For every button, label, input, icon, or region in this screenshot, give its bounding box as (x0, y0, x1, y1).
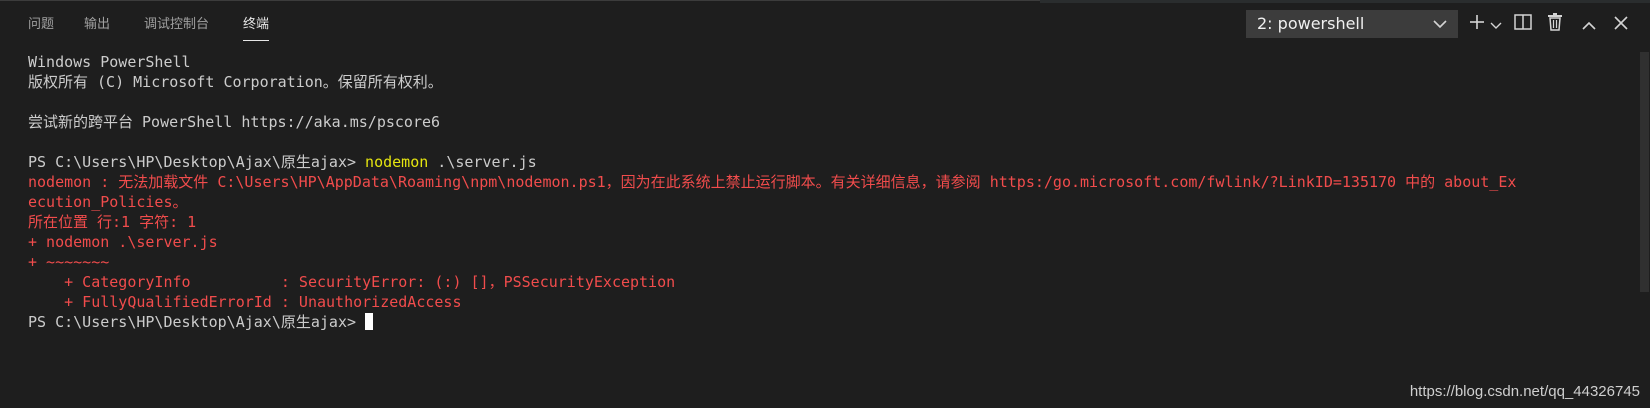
maximize-panel-button[interactable] (1576, 10, 1602, 38)
split-terminal-icon (1514, 14, 1532, 34)
terminal-prompt: PS C:\Users\HP\Desktop\Ajax\原生ajax> (28, 313, 357, 331)
kill-terminal-button[interactable] (1542, 10, 1568, 38)
terminal-command-args: .\server.js (437, 153, 537, 171)
tab-terminal[interactable]: 终端 (243, 16, 270, 41)
close-panel-button[interactable] (1608, 10, 1634, 38)
tab-output[interactable]: 输出 (84, 16, 110, 34)
terminal-selector-value: 2: powershell (1257, 14, 1365, 33)
terminal-prompt-line: PS C:\Users\HP\Desktop\Ajax\原生ajax> (28, 312, 1618, 332)
terminal-line: 尝试新的跨平台 PowerShell https://aka.ms/pscore… (28, 113, 441, 131)
close-icon (1614, 15, 1628, 34)
split-terminal-button[interactable] (1510, 10, 1536, 38)
panel-tabbar: 问题 输出 调试控制台 终端 2: powershell (0, 0, 1650, 44)
terminal-error-line: 所在位置 行:1 字符: 1 (28, 213, 197, 231)
terminal-error-line: nodemon : 无法加载文件 C:\Users\HP\AppData\Roa… (28, 173, 1517, 191)
plus-icon (1468, 13, 1486, 35)
terminal-line: Windows PowerShell (28, 53, 191, 71)
chevron-up-icon (1582, 15, 1596, 34)
watermark-text: https://blog.csdn.net/qq_44326745 (1409, 383, 1640, 400)
terminal-dropdown-button[interactable] (1488, 10, 1504, 38)
tab-problems[interactable]: 问题 (28, 16, 54, 34)
terminal-error-line: ecution_Policies。 (28, 193, 188, 211)
terminal-command-name: nodemon (365, 153, 429, 171)
terminal-cursor (365, 313, 374, 330)
tab-debug-console[interactable]: 调试控制台 (144, 16, 209, 34)
terminal-error-line: + FullyQualifiedErrorId : UnauthorizedAc… (28, 293, 462, 311)
terminal-command-line: PS C:\Users\HP\Desktop\Ajax\原生ajax> node… (28, 152, 1618, 172)
new-terminal-button[interactable] (1466, 10, 1488, 38)
terminal-error-line: + nodemon .\server.js (28, 233, 218, 251)
terminal-selector[interactable]: 2: powershell (1246, 10, 1458, 38)
terminal-error-line: + CategoryInfo : SecurityError: (:) []，P… (28, 273, 676, 291)
terminal-output[interactable]: Windows PowerShell 版权所有 (C) Microsoft Co… (28, 52, 1618, 332)
terminal-line: 版权所有 (C) Microsoft Corporation。保留所有权利。 (28, 73, 443, 91)
terminal-prompt: PS C:\Users\HP\Desktop\Ajax\原生ajax> (28, 153, 357, 171)
chevron-down-icon (1431, 11, 1449, 37)
terminal-error-line: + ~~~~~~~ (28, 253, 110, 271)
chevron-down-icon (1490, 15, 1502, 34)
terminal-scrollbar-thumb[interactable] (1640, 52, 1649, 292)
trash-icon (1547, 13, 1563, 35)
